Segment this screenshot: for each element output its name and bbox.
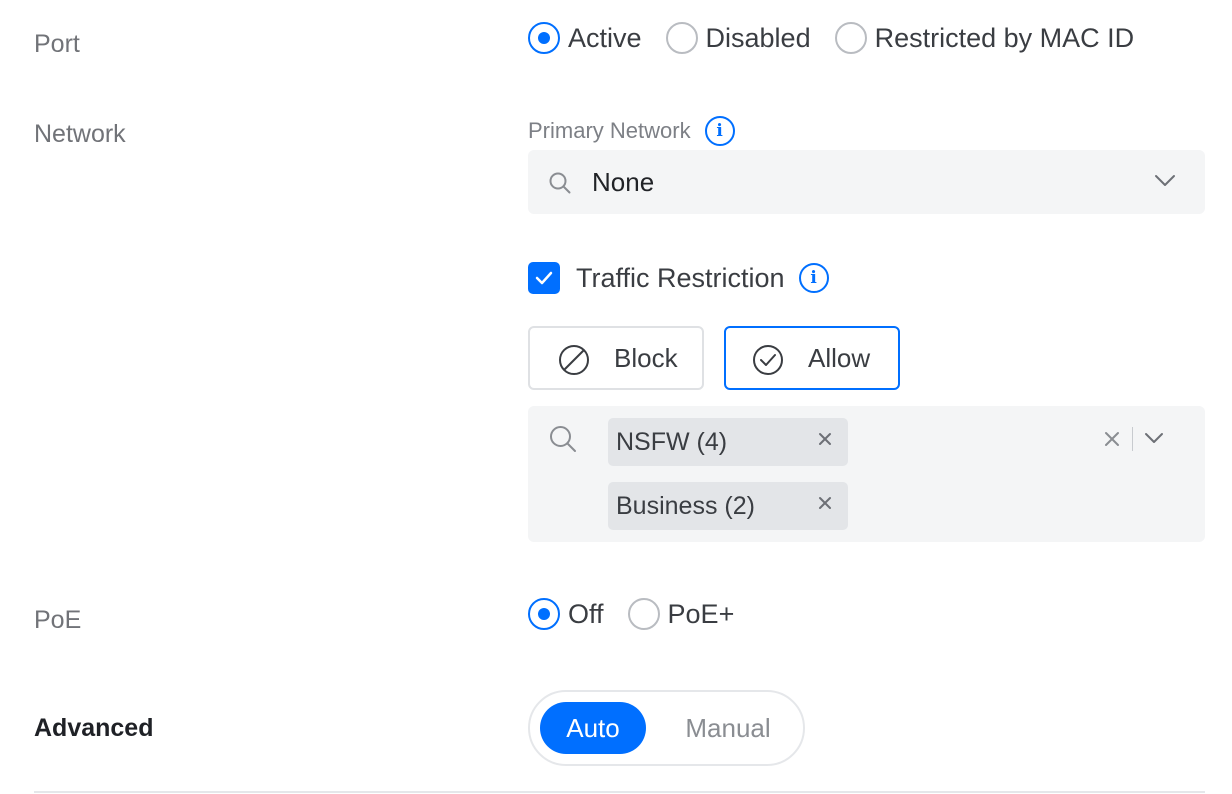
port-option-active[interactable]: Active (528, 22, 642, 54)
advanced-label: Advanced (34, 714, 154, 742)
port-option-active-label: Active (568, 22, 642, 53)
category-chip-label: NSFW (4) (616, 427, 728, 456)
remove-chip-icon[interactable] (818, 432, 832, 446)
chevron-down-icon[interactable] (1144, 432, 1164, 444)
poe-option-poe-plus[interactable]: PoE+ (627, 598, 735, 630)
info-icon[interactable]: i (798, 263, 829, 293)
radio-unselected-icon[interactable] (834, 22, 867, 54)
category-chip: NSFW (4) (608, 418, 848, 466)
port-option-disabled[interactable]: Disabled (665, 22, 811, 54)
primary-network-select[interactable]: None (528, 150, 1205, 214)
network-label: Network (34, 120, 126, 148)
port-option-disabled-label: Disabled (705, 22, 811, 53)
primary-network-label-row: Primary Network i (528, 116, 735, 146)
poe-radio-group: Off PoE+ (528, 598, 758, 630)
radio-unselected-icon[interactable] (665, 22, 698, 54)
traffic-restriction-checkbox[interactable] (528, 262, 560, 294)
search-icon (550, 426, 576, 452)
block-button[interactable]: Block (528, 326, 704, 390)
poe-option-off[interactable]: Off (528, 598, 604, 630)
poe-label: PoE (34, 606, 82, 634)
poe-option-off-label: Off (568, 598, 604, 629)
block-button-label: Block (614, 342, 678, 373)
traffic-category-multiselect[interactable]: NSFW (4) Business (2) (528, 406, 1205, 542)
info-icon[interactable]: i (704, 116, 735, 146)
search-icon (549, 172, 571, 194)
traffic-restriction-label: Traffic Restriction (576, 262, 785, 293)
allow-check-icon (753, 345, 783, 375)
clear-all-icon[interactable] (1104, 431, 1120, 447)
advanced-segmented-control: Auto Manual (528, 690, 805, 766)
remove-chip-icon[interactable] (818, 496, 832, 510)
traffic-restriction-row: Traffic Restriction i (528, 262, 829, 294)
port-radio-group: Active Disabled Restricted by MAC ID (528, 22, 1158, 54)
checkmark-icon (535, 271, 553, 285)
advanced-option-manual[interactable]: Manual (662, 702, 794, 754)
advanced-option-auto[interactable]: Auto (540, 702, 646, 754)
chevron-down-icon[interactable] (1154, 174, 1176, 188)
allow-button-label: Allow (808, 342, 871, 373)
block-icon (559, 345, 589, 375)
port-label: Port (34, 30, 80, 58)
port-option-restricted-mac[interactable]: Restricted by MAC ID (834, 22, 1135, 54)
port-option-restricted-mac-label: Restricted by MAC ID (874, 22, 1135, 53)
radio-selected-icon[interactable] (528, 598, 560, 630)
radio-unselected-icon[interactable] (627, 598, 660, 630)
category-chip: Business (2) (608, 482, 848, 530)
primary-network-value: None (592, 166, 655, 197)
section-divider (34, 791, 1205, 793)
allow-button[interactable]: Allow (724, 326, 900, 390)
poe-option-poe-plus-label: PoE+ (667, 598, 735, 629)
select-separator (1132, 427, 1133, 451)
primary-network-label: Primary Network (528, 118, 691, 143)
category-chip-label: Business (2) (616, 491, 755, 520)
radio-selected-icon[interactable] (528, 22, 560, 54)
